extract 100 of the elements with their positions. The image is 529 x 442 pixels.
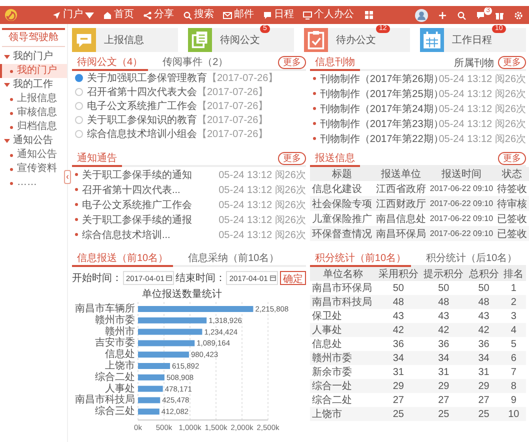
list-item-title[interactable]: 电子公文系统推广工作会 <box>82 198 219 212</box>
list-item-title[interactable]: 刊物制作（2017年第25期） <box>320 86 439 100</box>
list-item-title[interactable]: 刊物制作（2017年第24期） <box>320 102 439 116</box>
list-item-title[interactable]: 关于职工参保手续的通报 <box>82 212 219 226</box>
sidebar-item[interactable]: 我的门户 <box>0 64 67 78</box>
sidebar-item[interactable]: 归档信息 <box>0 120 67 134</box>
tab[interactable]: 信息采纳（前10名） <box>183 252 284 267</box>
list-item-title[interactable]: 刊物制作（2017年第26期） <box>320 72 439 86</box>
sidebar-group[interactable]: 我的工作 <box>0 78 67 92</box>
category-label: 人事处 <box>105 383 135 394</box>
bullet-icon <box>10 112 13 114</box>
sidebar-group[interactable]: 通知公告 <box>0 134 67 148</box>
radio-button[interactable] <box>75 116 83 124</box>
apps-grid-icon[interactable] <box>365 11 373 19</box>
category-label: 赣州市 <box>105 326 135 338</box>
table-cell: 25 <box>466 407 502 421</box>
table-cell: 50 <box>421 281 466 295</box>
list-item-title[interactable]: 刊物制作（2017年第22期） <box>320 132 439 146</box>
sidebar-group[interactable]: 我的门户 <box>0 50 67 64</box>
radio-button[interactable] <box>75 130 83 138</box>
table-cell: 社会保险专项 <box>310 196 374 211</box>
tab[interactable]: 信息刊物 <box>310 56 360 71</box>
table-cell: 10 <box>501 407 526 421</box>
table-cell: 31 <box>376 365 422 379</box>
message-icon[interactable] <box>476 10 485 20</box>
table-cell: 48 <box>421 295 466 309</box>
radio-button[interactable] <box>75 74 83 82</box>
table-cell: 7 <box>501 365 526 379</box>
tab[interactable]: 待阅公文（4） <box>72 56 148 71</box>
table-cell: 29 <box>466 379 502 393</box>
confirm-button[interactable]: 确定 <box>280 271 306 285</box>
table-cell: 48 <box>466 295 502 309</box>
sidebar-item[interactable]: 通知公告 <box>0 148 67 162</box>
search-icon[interactable] <box>457 10 466 20</box>
radio-button[interactable] <box>75 88 83 96</box>
list-item-title[interactable]: 综合信息技术培训小组会 <box>87 127 197 141</box>
table-cell: 42 <box>466 323 502 337</box>
table-cell: 信息处 <box>310 337 376 351</box>
envelope-icon <box>223 10 232 20</box>
column-header: 报送时间 <box>428 167 496 181</box>
item-date: 【2017-07-26】 <box>197 100 268 113</box>
nav-link[interactable]: 邮件 <box>223 9 254 21</box>
bullet-icon <box>312 137 316 140</box>
category-label: 综合二处 <box>95 372 135 383</box>
more-button[interactable]: 更多 <box>278 152 306 165</box>
more-button[interactable]: 更多 <box>498 152 526 165</box>
table-cell: 5 <box>501 337 526 351</box>
bullet-icon <box>75 188 78 191</box>
collapse-handle-icon[interactable] <box>64 170 71 184</box>
table-cell: 25 <box>376 407 422 421</box>
bullet-icon <box>312 107 316 110</box>
table-cell: 南昌环保局 <box>374 226 428 241</box>
list-item-title[interactable]: 召开省第十四次代表大会 <box>87 85 197 99</box>
nav-link[interactable]: 搜索 <box>183 9 214 21</box>
table-cell: 43 <box>376 309 422 323</box>
table-cell: 29 <box>421 379 466 393</box>
nav-link[interactable]: 分享 <box>143 9 174 21</box>
plus-icon[interactable] <box>438 10 447 20</box>
radio-button[interactable] <box>75 102 83 110</box>
sidebar-item[interactable]: 审核信息 <box>0 106 67 120</box>
list-item-title[interactable]: 刊物制作（2017年第23期） <box>320 116 439 130</box>
nav-link[interactable]: 个人办公 <box>303 9 354 21</box>
field-label: 开始时间： <box>72 272 122 285</box>
nav-link[interactable]: 门户 <box>52 9 94 21</box>
nav-link[interactable]: 首页 <box>103 9 134 21</box>
sidebar-item[interactable]: 上报信息 <box>0 92 67 106</box>
table-cell: 已签收 <box>495 226 529 241</box>
table-cell: 36 <box>466 337 502 351</box>
category-label: 信息处 <box>105 349 135 360</box>
more-button[interactable]: 更多 <box>498 56 526 69</box>
list-item-title[interactable]: 电子公文系统推广工作会 <box>87 99 197 113</box>
bar <box>138 328 202 335</box>
list-item-title[interactable]: 关于职工参保知识的教育 <box>87 113 197 127</box>
bar <box>138 352 189 358</box>
tab[interactable]: 通知通告 <box>72 152 122 167</box>
sidebar-title: 领导驾驶舱 <box>2 28 65 47</box>
tab[interactable]: 信息报送（前10名） <box>72 252 174 267</box>
table-cell: 31 <box>466 365 502 379</box>
item-time: 05-24 13:12 阅26次 <box>438 132 526 146</box>
table-cell: 34 <box>421 351 466 365</box>
nav-link[interactable]: 日程 <box>263 9 294 21</box>
list-item-title[interactable]: 关于加强职工参保管理教育 <box>87 71 207 85</box>
table-cell: 27 <box>466 393 502 407</box>
table-cell: 27 <box>376 393 422 407</box>
list-item-title[interactable]: 综合信息技术培训... <box>82 228 219 242</box>
list-item-title[interactable]: 召开省第十四次代表... <box>82 182 219 196</box>
table-cell: 保卫处 <box>310 309 376 323</box>
item-time: 05-24 13:12 阅26次 <box>438 88 526 100</box>
more-button[interactable]: 更多 <box>278 56 306 69</box>
tab[interactable]: 传阅事件（2） <box>158 56 234 71</box>
avatar-icon[interactable] <box>415 8 428 22</box>
bullet-icon <box>312 122 316 125</box>
tab[interactable]: 积分统计（后10名） <box>421 252 522 267</box>
table-cell: 江西财政厅 <box>374 196 428 211</box>
settings-icon[interactable] <box>514 10 523 20</box>
house-icon <box>103 10 112 20</box>
shortcut-card[interactable]: 上报信息 <box>72 28 178 52</box>
category-label: 南昌市车辆所 <box>75 304 135 314</box>
list-item-title[interactable]: 关于职工参保手续的通知 <box>82 168 219 182</box>
filter-link[interactable]: 所属刊物 <box>454 56 494 70</box>
